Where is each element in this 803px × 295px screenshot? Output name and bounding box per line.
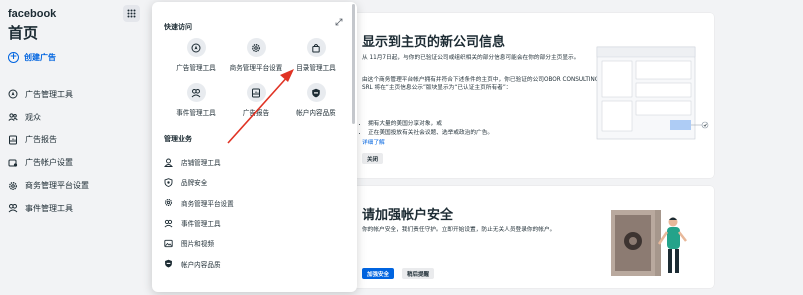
card-title: 显示到主页的新公司信息 [362,35,506,50]
apps-popup-menu: 快速访问 广告管理工具 商务管理平台设置 目录管理工具 事件管理工具 广告报告 … [152,2,357,292]
business-item-brand-safety[interactable]: 品牌安全 [164,172,234,192]
quick-access-ads-manager[interactable]: 广告管理工具 [166,38,226,72]
media-icon [164,239,173,247]
gear-icon [9,181,17,190]
ads-manager-icon [8,89,18,99]
sidebar-item-label: 观众 [25,112,41,122]
list-item: 拥有大量的美国分享对象，或 [368,120,493,129]
sidebar-item-ads-report[interactable]: 广告报告 [8,129,89,152]
business-item-content-quality[interactable]: 帐户内容品质 [164,253,234,273]
quick-access-label: 广告管理工具 [176,64,216,72]
manage-business-list: 店铺管理工具 品牌安全 商务管理平台设置 事件管理工具 图片和视频 帐户内容品质 [164,152,234,274]
shield-icon [312,88,320,97]
events-manager-icon [164,219,173,227]
card-title: 请加强帐户安全 [362,208,454,223]
events-manager-icon [191,88,201,97]
quick-access-label: 广告报告 [242,109,270,117]
grid-icon [127,9,136,18]
sidebar-item-ad-account-settings[interactable]: 广告帐户设置 [8,151,89,174]
quick-access-content-quality[interactable]: 帐户内容品质 [286,83,346,117]
sidebar: facebook 首页 + 创建广告 广告管理工具 观众 广告报告 广告帐户设置… [0,0,148,295]
learn-more-link[interactable]: 详细了解 [362,137,385,146]
page-preview-illustration [596,46,709,140]
quick-access-label: 商务管理平台设置 [229,64,283,72]
sidebar-item-label: 广告帐户设置 [25,158,73,168]
card-description: 你的帐户安全，我们责任守护。立即开始设置，防止无关人员登录你的帐户。 [362,227,556,233]
sidebar-item-business-settings[interactable]: 商务管理平台设置 [8,174,89,197]
sidebar-nav: 广告管理工具 观众 广告报告 广告帐户设置 商务管理平台设置 事件管理工具 [8,83,89,220]
quick-access-business-settings[interactable]: 商务管理平台设置 [226,38,286,72]
close-button[interactable]: 关闭 [362,153,384,164]
bag-icon [312,43,320,52]
gear-icon [164,199,173,207]
ads-manager-icon [191,43,201,52]
audience-icon [8,113,18,122]
gear-icon [252,43,260,52]
manage-business-title: 管理业务 [164,135,192,143]
store-icon [164,158,173,167]
quick-access-title: 快速访问 [164,23,192,31]
apps-menu-button[interactable] [123,5,140,22]
sidebar-item-label: 广告管理工具 [25,89,73,99]
business-item-media[interactable]: 图片和视频 [164,233,234,253]
company-info-card: 显示到主页的新公司信息 从 11月7日起，与你的已验证公司或组织相关的部分信息可… [349,13,714,178]
ad-account-settings-icon [8,159,18,167]
bullet-list: 拥有大量的美国分享对象，或 正在美国投放有关社会议题、选举或政治的广告。 [368,120,493,137]
business-item-label: 商务管理平台设置 [181,199,234,208]
business-item-label: 事件管理工具 [181,220,221,229]
events-manager-icon [8,204,18,213]
business-item-label: 帐户内容品质 [181,260,221,269]
sidebar-item-label: 广告报告 [25,135,57,145]
brand-safety-icon [164,178,173,187]
security-safe-illustration [611,210,687,276]
quick-access-label: 事件管理工具 [176,109,216,117]
quick-access-ads-report[interactable]: 广告报告 [226,83,286,117]
expand-icon[interactable] [335,18,343,26]
popup-scrollbar[interactable] [352,4,355,124]
create-ad-label: 创建广告 [24,53,56,62]
plus-icon: + [8,52,19,63]
ads-report-icon [252,88,260,97]
shield-icon [165,259,172,268]
business-item-label: 品牌安全 [181,179,208,188]
card-description: 从 11月7日起，与你的已验证公司或组织相关的部分信息可能会在你的部分主页显示。 [362,55,580,61]
facebook-logo[interactable]: facebook [8,8,56,20]
sidebar-item-label: 商务管理平台设置 [25,181,89,191]
business-item-business-settings[interactable]: 商务管理平台设置 [164,193,234,213]
quick-access-events-manager[interactable]: 事件管理工具 [166,83,226,117]
sidebar-item-label: 事件管理工具 [25,203,73,213]
sidebar-item-audience[interactable]: 观众 [8,106,89,129]
quick-access-label: 帐户内容品质 [296,109,336,117]
business-item-label: 图片和视频 [181,240,214,249]
remind-later-button[interactable]: 稍后提醒 [402,268,435,279]
ads-report-icon [9,135,17,145]
business-item-label: 店铺管理工具 [181,159,221,168]
business-item-events-manager[interactable]: 事件管理工具 [164,213,234,233]
sidebar-item-ads-manager[interactable]: 广告管理工具 [8,83,89,106]
list-item: 正在美国投放有关社会议题、选举或政治的广告。 [368,129,493,138]
create-ad-button[interactable]: + 创建广告 [8,52,56,63]
page-title: 首页 [8,24,39,42]
quick-access-catalog-manager[interactable]: 目录管理工具 [286,38,346,72]
sidebar-item-events-manager[interactable]: 事件管理工具 [8,197,89,220]
quick-access-label: 目录管理工具 [296,64,336,72]
business-item-store-manager[interactable]: 店铺管理工具 [164,152,234,172]
strengthen-security-button[interactable]: 加强安全 [362,268,395,279]
card-description: 由这个商务管理平台帐户拥有并符合下述条件的主页中，你已验证的公司OBOR CON… [362,77,600,91]
account-security-card: 请加强帐户安全 你的帐户安全，我们责任守护。立即开始设置，防止无关人员登录你的帐… [349,186,714,288]
